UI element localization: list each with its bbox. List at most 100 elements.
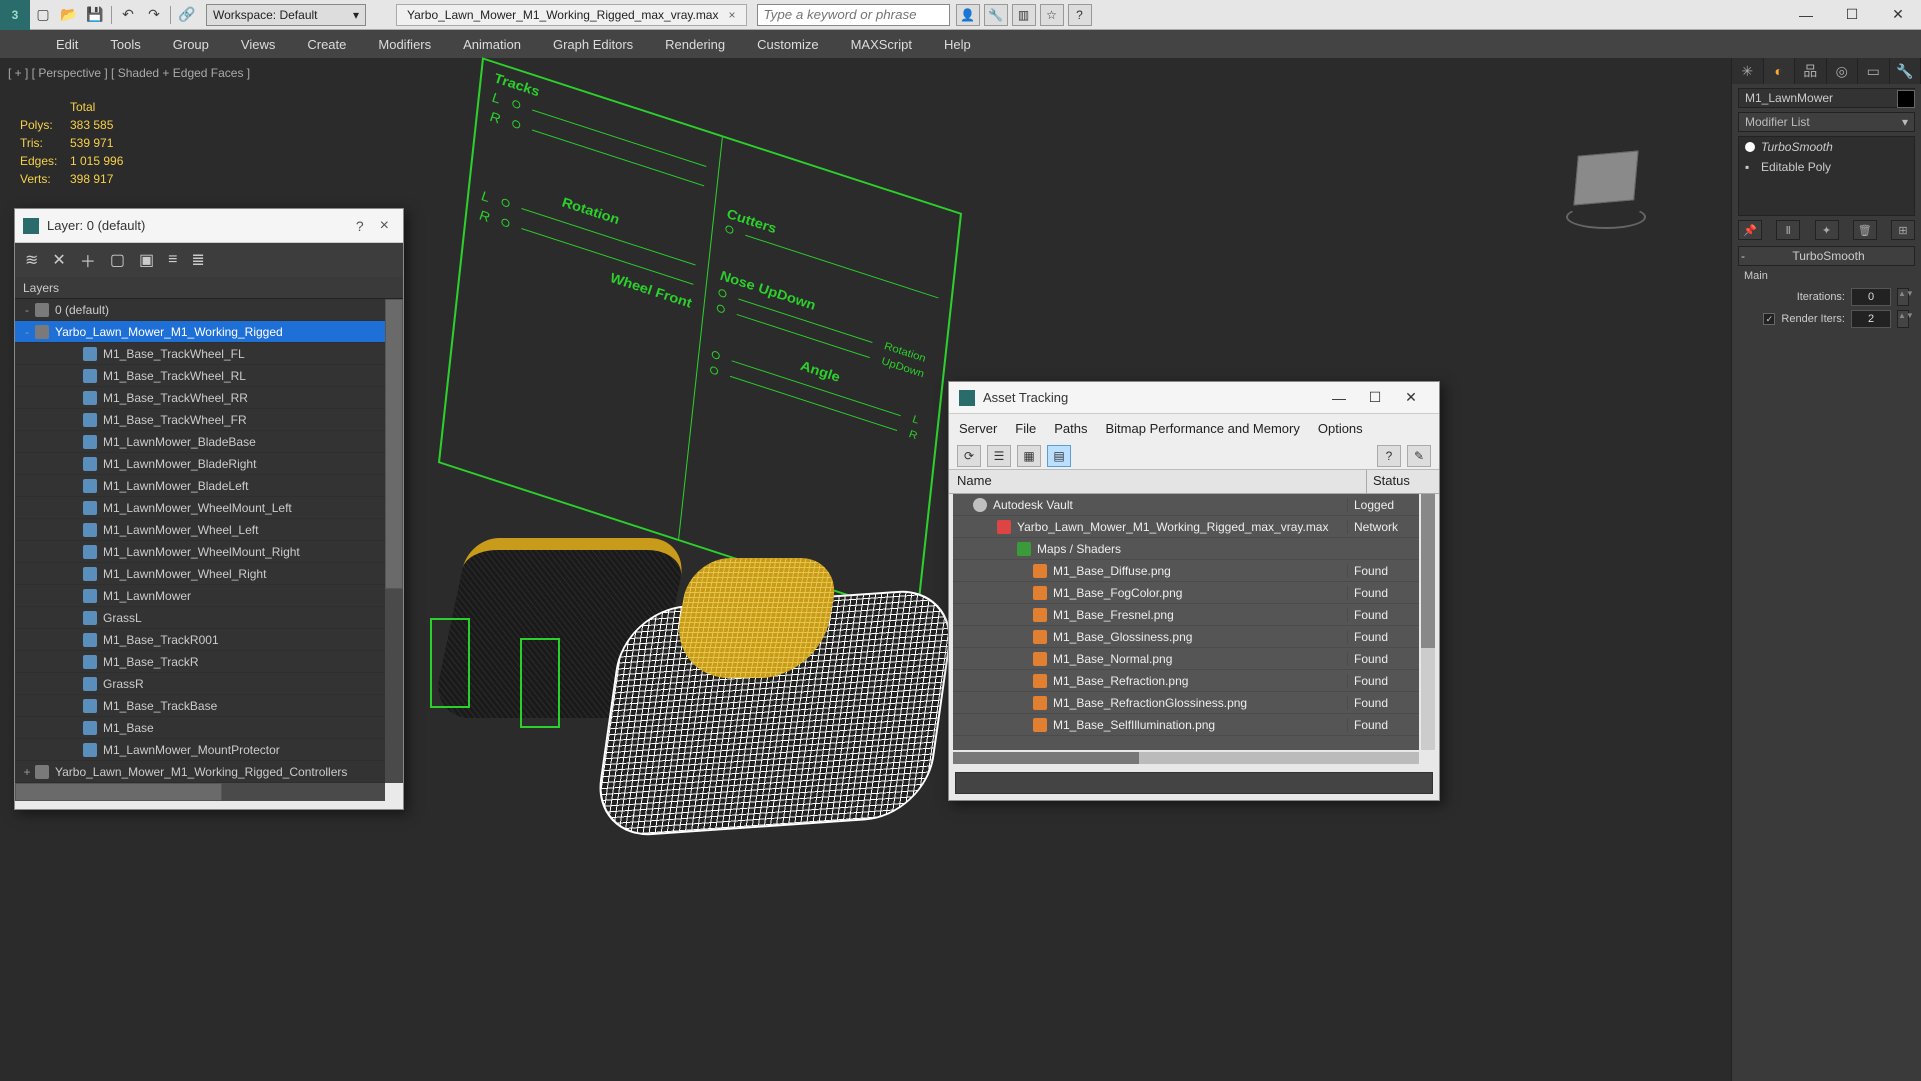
layer-tree-row[interactable]: M1_LawnMower_BladeLeft	[15, 475, 385, 497]
help-icon[interactable]: ?	[1068, 4, 1092, 26]
asset-menu-file[interactable]: File	[1015, 421, 1036, 436]
asset-grid[interactable]: Autodesk VaultLoggedYarbo_Lawn_Mower_M1_…	[953, 494, 1419, 750]
menu-views[interactable]: Views	[225, 30, 291, 58]
menu-modifiers[interactable]: Modifiers	[362, 30, 447, 58]
asset-row[interactable]: M1_Base_RefractionGlossiness.pngFound	[953, 692, 1419, 714]
tab-utilities-icon[interactable]: 🔧	[1890, 58, 1921, 84]
layer-tree-row[interactable]: M1_LawnMower_BladeRight	[15, 453, 385, 475]
configure-sets-icon[interactable]: ⊞	[1891, 220, 1915, 240]
horizontal-scrollbar[interactable]	[15, 783, 385, 801]
asset-row[interactable]: Yarbo_Lawn_Mower_M1_Working_Rigged_max_v…	[953, 516, 1419, 538]
window-minimize-button[interactable]: —	[1783, 0, 1829, 30]
spinner-arrows-icon[interactable]: ▲▼	[1897, 288, 1909, 306]
asset-row[interactable]: Maps / Shaders	[953, 538, 1419, 560]
rig-knob[interactable]	[718, 288, 727, 298]
asset-settings-icon[interactable]: ✎	[1407, 445, 1431, 467]
selection-gizmo[interactable]	[430, 618, 470, 708]
layer-tree-row[interactable]: M1_LawnMower	[15, 585, 385, 607]
signin-icon[interactable]: 👤	[956, 4, 980, 26]
object-color-swatch[interactable]	[1897, 90, 1915, 108]
script-icon[interactable]: ▥	[1012, 4, 1036, 26]
link-icon[interactable]: 🔗	[174, 2, 200, 28]
tab-motion-icon[interactable]: ◎	[1827, 58, 1859, 84]
asset-row[interactable]: M1_Base_Fresnel.pngFound	[953, 604, 1419, 626]
scrollbar-thumb[interactable]	[385, 299, 403, 589]
render-iters-spinner[interactable]: 2	[1851, 310, 1891, 328]
asset-menu-options[interactable]: Options	[1318, 421, 1363, 436]
window-close-button[interactable]: ✕	[1393, 389, 1429, 406]
layer-freeze-icon[interactable]: ≣	[191, 250, 204, 270]
menu-group[interactable]: Group	[157, 30, 225, 58]
layer-tree-row[interactable]: M1_LawnMower_Wheel_Right	[15, 563, 385, 585]
search-input[interactable]	[757, 4, 950, 26]
rig-knob[interactable]	[501, 198, 510, 208]
open-file-icon[interactable]: 📂	[56, 2, 82, 28]
viewport-mesh[interactable]	[430, 498, 970, 858]
show-end-result-icon[interactable]: Ⅱ	[1776, 220, 1800, 240]
layer-tree-row[interactable]: M1_Base_TrackWheel_RL	[15, 365, 385, 387]
asset-menu-server[interactable]: Server	[959, 421, 997, 436]
menu-help[interactable]: Help	[928, 30, 987, 58]
layer-hide-icon[interactable]: ≡	[168, 251, 177, 269]
layer-tree-row[interactable]: M1_Base	[15, 717, 385, 739]
menu-rendering[interactable]: Rendering	[649, 30, 741, 58]
layer-tree-row[interactable]: +Yarbo_Lawn_Mower_M1_Working_Rigged_Cont…	[15, 761, 385, 783]
tab-display-icon[interactable]: ▭	[1858, 58, 1890, 84]
asset-refresh-icon[interactable]: ⟳	[957, 445, 981, 467]
expand-icon[interactable]: ▪	[1745, 160, 1755, 174]
asset-menu-bitmap[interactable]: Bitmap Performance and Memory	[1106, 421, 1300, 436]
layer-tree-row[interactable]: M1_LawnMower_Wheel_Left	[15, 519, 385, 541]
rig-knob[interactable]	[725, 224, 734, 234]
window-maximize-button[interactable]: ☐	[1357, 389, 1393, 406]
layer-tree-row[interactable]: M1_LawnMower_WheelMount_Left	[15, 497, 385, 519]
expand-toggle-icon[interactable]: +	[21, 765, 33, 779]
asset-col-name[interactable]: Name	[949, 470, 1367, 493]
redo-icon[interactable]: ↷	[141, 2, 167, 28]
vertical-scrollbar[interactable]	[1421, 494, 1435, 750]
stack-item-editablepoly[interactable]: ▪Editable Poly	[1739, 157, 1914, 177]
stack-item-turbosmooth[interactable]: TurboSmooth	[1739, 137, 1914, 157]
asset-row[interactable]: M1_Base_Diffuse.pngFound	[953, 560, 1419, 582]
close-tab-icon[interactable]: ×	[728, 8, 735, 22]
tab-hierarchy-icon[interactable]: 品	[1795, 58, 1827, 84]
lightbulb-icon[interactable]	[1745, 142, 1755, 152]
window-minimize-button[interactable]: —	[1321, 390, 1357, 406]
layer-new-icon[interactable]: ≋	[25, 250, 38, 270]
window-maximize-button[interactable]: ☐	[1829, 0, 1875, 30]
layer-tree-row[interactable]: -0 (default)	[15, 299, 385, 321]
layer-tree-row[interactable]: GrassR	[15, 673, 385, 695]
asset-row[interactable]: Autodesk VaultLogged	[953, 494, 1419, 516]
layer-select-icon[interactable]: ▢	[110, 250, 125, 270]
asset-col-status[interactable]: Status	[1367, 470, 1439, 493]
save-file-icon[interactable]: 💾	[82, 2, 108, 28]
asset-row[interactable]: M1_Base_Normal.pngFound	[953, 648, 1419, 670]
layer-highlight-icon[interactable]: ▣	[139, 250, 154, 270]
asset-row[interactable]: M1_Base_FogColor.pngFound	[953, 582, 1419, 604]
layer-tree-row[interactable]: M1_LawnMower_WheelMount_Right	[15, 541, 385, 563]
layer-tree-row[interactable]: -Yarbo_Lawn_Mower_M1_Working_Rigged	[15, 321, 385, 343]
new-file-icon[interactable]: ▢	[30, 2, 56, 28]
layer-tree-row[interactable]: GrassL	[15, 607, 385, 629]
rig-knob[interactable]	[512, 119, 521, 129]
window-close-button[interactable]: ✕	[1875, 0, 1921, 30]
menu-animation[interactable]: Animation	[447, 30, 537, 58]
layer-tree-row[interactable]: M1_Base_TrackWheel_RR	[15, 387, 385, 409]
rig-knob[interactable]	[711, 350, 720, 360]
menu-customize[interactable]: Customize	[741, 30, 834, 58]
expand-toggle-icon[interactable]: -	[21, 303, 33, 317]
document-tab[interactable]: Yarbo_Lawn_Mower_M1_Working_Rigged_max_v…	[396, 4, 747, 26]
vertical-scrollbar[interactable]	[385, 299, 403, 783]
scrollbar-thumb[interactable]	[15, 783, 222, 801]
rig-knob[interactable]	[716, 304, 725, 314]
keys-icon[interactable]: 🔧	[984, 4, 1008, 26]
layer-tree-row[interactable]: M1_Base_TrackR	[15, 651, 385, 673]
asset-table-icon[interactable]: ▤	[1047, 445, 1071, 467]
selection-gizmo[interactable]	[520, 638, 560, 728]
menu-maxscript[interactable]: MAXScript	[835, 30, 928, 58]
modifier-list-dropdown[interactable]: Modifier List▾	[1738, 112, 1915, 132]
favorite-icon[interactable]: ☆	[1040, 4, 1064, 26]
asset-tree-icon[interactable]: ▦	[1017, 445, 1041, 467]
layer-tree-row[interactable]: M1_LawnMower_MountProtector	[15, 739, 385, 761]
layer-tree-row[interactable]: M1_Base_TrackR001	[15, 629, 385, 651]
rollout-header[interactable]: -TurboSmooth	[1738, 246, 1915, 266]
